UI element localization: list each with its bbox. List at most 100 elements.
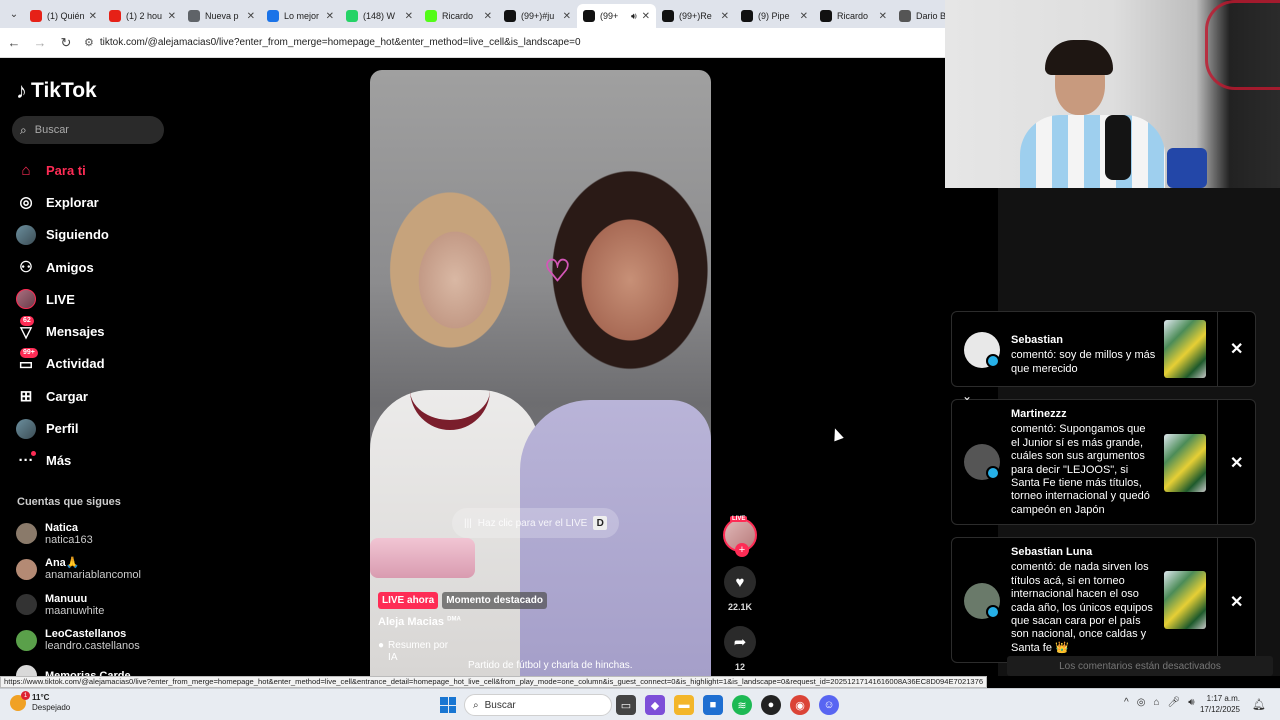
network-icon[interactable]: ⌂ xyxy=(1153,697,1159,708)
video-tags: LIVE ahora Momento destacado xyxy=(378,592,547,609)
browser-tab[interactable]: (1) Quién ✕ xyxy=(24,4,103,28)
nav-item[interactable]: ··· Más xyxy=(16,445,166,477)
browser-tab[interactable]: Nueva p ✕ xyxy=(182,4,261,28)
video-thumbnail[interactable] xyxy=(1164,571,1206,629)
weather-widget[interactable]: 1 11°C Despejado xyxy=(10,691,71,713)
video-thumbnail[interactable] xyxy=(1164,434,1206,492)
close-icon[interactable]: ✕ xyxy=(1230,592,1243,612)
live-video[interactable]: ♡ ||| Haz clic para ver el LIVE D LIVE a… xyxy=(370,70,711,676)
site-settings-icon[interactable]: ⚙ xyxy=(84,36,94,49)
follow-plus-icon[interactable]: + xyxy=(735,543,749,557)
close-tab-icon[interactable]: ✕ xyxy=(800,11,808,22)
following-account[interactable]: Ana🙏 anamariablancomol xyxy=(16,552,166,588)
file-explorer-icon[interactable]: ▬ xyxy=(674,695,694,715)
browser-tab[interactable]: (148) W ✕ xyxy=(340,4,419,28)
ai-summary-button[interactable]: ● Resumen por IA xyxy=(378,640,458,664)
close-tab-icon[interactable]: ✕ xyxy=(721,11,729,22)
following-account[interactable]: Natica natica163 xyxy=(16,516,166,552)
close-tab-icon[interactable]: ✕ xyxy=(484,11,492,22)
audio-icon[interactable]: 🔊︎ xyxy=(631,11,637,22)
close-tab-icon[interactable]: ✕ xyxy=(879,11,887,22)
clock[interactable]: 1:17 a.m. 17/12/2025 xyxy=(1192,693,1240,715)
author-suffix: DMA xyxy=(447,616,461,623)
spotify-icon[interactable]: ≋ xyxy=(732,695,752,715)
close-tab-icon[interactable]: ✕ xyxy=(89,11,97,22)
comment-notification[interactable]: Sebastian comentó: soy de millos y más q… xyxy=(951,311,1256,387)
notifications-bell-icon[interactable]: 🔔︎ xyxy=(1252,698,1266,711)
tab-label: (1) Quién xyxy=(47,11,84,21)
obs-icon[interactable]: ● xyxy=(761,695,781,715)
tab-label: (1) 2 hou xyxy=(126,11,163,21)
mic-icon[interactable]: 🎤︎ xyxy=(1167,697,1180,708)
taskview-icon[interactable]: ▭ xyxy=(616,695,636,715)
browser-tab[interactable]: Ricardo ✕ xyxy=(419,4,498,28)
windows-start-icon[interactable] xyxy=(440,697,456,713)
browser-tab[interactable]: (99+)Re ✕ xyxy=(656,4,735,28)
url-field[interactable]: ⚙ tiktok.com/@alejamacias0/live?enter_fr… xyxy=(84,36,581,49)
search-input[interactable] xyxy=(34,124,145,136)
weather-condition: Despejado xyxy=(32,703,71,712)
live-icon xyxy=(16,289,36,310)
nav-item[interactable]: ⊞ Cargar xyxy=(16,380,166,412)
dailymotion-icon xyxy=(267,10,279,22)
video-scene-phone xyxy=(370,538,475,578)
share-button[interactable]: ➦ xyxy=(724,626,756,658)
tab-label: Ricardo xyxy=(442,11,474,21)
nav-item[interactable]: LIVE xyxy=(16,283,166,315)
copilot-icon[interactable]: ◆ xyxy=(645,695,665,715)
search-box[interactable]: ⌕ xyxy=(12,116,164,144)
close-tab-icon[interactable]: ✕ xyxy=(326,11,334,22)
tray-app-icon[interactable]: ◎ xyxy=(1137,697,1146,708)
creator-avatar[interactable]: LIVE + xyxy=(723,516,757,557)
back-icon[interactable]: ← xyxy=(2,31,26,55)
nav-label: Cargar xyxy=(46,388,88,404)
close-icon[interactable]: ✕ xyxy=(1230,339,1243,359)
nav-item[interactable]: Siguiendo xyxy=(16,219,166,251)
following-account[interactable]: LeoCastellanos leandro.castellanos xyxy=(16,623,166,659)
browser-tab[interactable]: (99+)#ju ✕ xyxy=(498,4,577,28)
discord-icon[interactable]: ☺ xyxy=(819,695,839,715)
following-account[interactable]: Manuuu maanuwhite xyxy=(16,587,166,623)
close-icon[interactable]: ✕ xyxy=(1230,453,1243,473)
comment-notification[interactable]: Martinezzz comentó: Supongamos que el Ju… xyxy=(951,399,1256,525)
close-tab-icon[interactable]: ✕ xyxy=(168,11,176,22)
nav-item[interactable]: ▽ 62 Mensajes xyxy=(16,315,166,347)
commenter-name: Sebastian Luna xyxy=(1011,546,1093,558)
chrome-icon[interactable]: ◉ xyxy=(790,695,810,715)
nav-item[interactable]: ⌂ Para ti xyxy=(16,154,166,186)
nav-item[interactable]: ▭ 99+ Actividad xyxy=(16,347,166,380)
tab-search-icon[interactable]: ⌄ xyxy=(4,4,24,24)
video-author[interactable]: Aleja Macias DMA xyxy=(378,616,461,628)
browser-tab[interactable]: (9) Pipe ✕ xyxy=(735,4,814,28)
nav-label: Más xyxy=(46,453,72,469)
close-tab-icon[interactable]: ✕ xyxy=(563,11,571,22)
close-tab-icon[interactable]: ✕ xyxy=(642,11,650,22)
browser-tab[interactable]: (1) 2 hou ✕ xyxy=(103,4,182,28)
tiktok-note-icon: ♪ xyxy=(16,78,27,103)
watch-live-button[interactable]: ||| Haz clic para ver el LIVE D xyxy=(452,508,620,538)
close-tab-icon[interactable]: ✕ xyxy=(247,11,255,22)
nav-item[interactable]: ⚇ Amigos xyxy=(16,251,166,283)
browser-tab[interactable]: (99+ 🔊︎ ✕ xyxy=(577,4,656,28)
video-scene-right xyxy=(520,400,711,676)
taskbar-search[interactable]: ⌕ Buscar xyxy=(464,694,612,716)
close-tab-icon[interactable]: ✕ xyxy=(405,11,413,22)
reload-icon[interactable]: ↻ xyxy=(54,31,78,55)
ai-summary-label: Resumen por IA xyxy=(388,640,449,663)
comment-notification[interactable]: Sebastian Luna comentó: de nada sirven l… xyxy=(951,537,1256,663)
commenter-name: Sebastian xyxy=(1011,334,1063,346)
store-icon[interactable]: ■ xyxy=(703,695,723,715)
video-thumbnail[interactable] xyxy=(1164,320,1206,378)
browser-tab[interactable]: Ricardo ✕ xyxy=(814,4,893,28)
address-bar: ← → ↻ ⚙ tiktok.com/@alejamacias0/live?en… xyxy=(0,28,945,58)
tiktok-logo[interactable]: ♪ TikTok xyxy=(16,78,97,104)
forward-icon[interactable]: → xyxy=(28,31,52,55)
nav-item[interactable]: Perfil xyxy=(16,412,166,444)
nav-item[interactable]: ◎ Explorar xyxy=(16,186,166,218)
tray-chevron-icon[interactable]: ^ xyxy=(1124,697,1129,708)
like-button[interactable]: ♥ xyxy=(724,566,756,598)
collapse-chevron-icon[interactable]: ⌄ xyxy=(962,389,972,403)
shortcut-key: D xyxy=(593,516,608,530)
divider xyxy=(1217,312,1218,386)
browser-tab[interactable]: Lo mejor ✕ xyxy=(261,4,340,28)
